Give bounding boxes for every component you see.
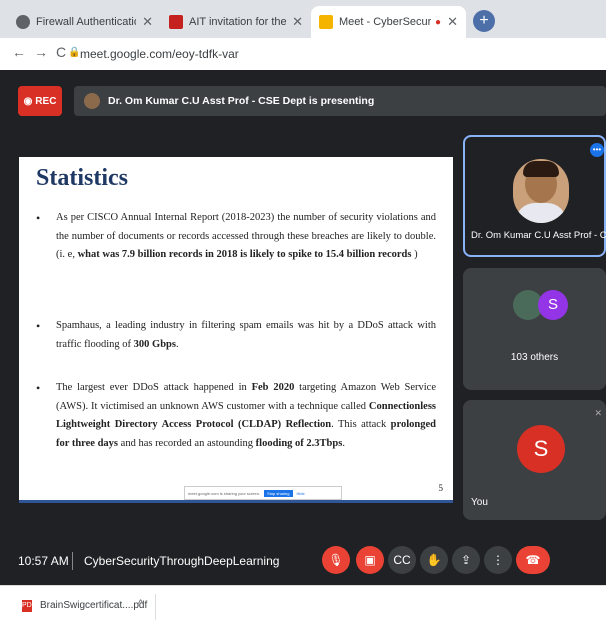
close-icon[interactable]: ✕ — [142, 14, 153, 30]
captions-icon[interactable]: CC — [388, 546, 416, 574]
meeting-time: 10:57 AM — [18, 554, 69, 568]
avatar: S — [538, 290, 568, 320]
recording-dot-icon: ● — [435, 16, 442, 28]
bullet-icon: • — [36, 211, 41, 225]
presenting-text: Dr. Om Kumar C.U Asst Prof - CSE Dept is… — [108, 95, 375, 107]
close-icon[interactable]: ✕ — [447, 14, 458, 30]
tab-bar: Firewall Authentication Keepaliv ✕ AIT i… — [0, 0, 606, 38]
tab-title: AIT invitation for the Workshop — [189, 16, 287, 28]
divider — [155, 594, 156, 620]
bullet-text: Spamhaus, a leading industry in filterin… — [56, 320, 436, 350]
slide-page-number: 5 — [438, 483, 444, 493]
others-tile[interactable]: S 103 others — [463, 268, 606, 390]
self-label: You — [471, 497, 488, 508]
globe-icon — [16, 15, 30, 29]
back-button[interactable]: ← — [12, 44, 26, 60]
slide-bullet: • As per CISCO Annual Internal Report (2… — [36, 209, 436, 265]
slide-bullet: • Spamhaus, a leading industry in filter… — [36, 317, 436, 354]
pin-icon[interactable]: ✕ — [594, 408, 602, 419]
meet-window: ◉ REC Dr. Om Kumar C.U Asst Prof - CSE D… — [0, 70, 606, 585]
self-tile[interactable]: ✕ S You — [463, 400, 606, 520]
recording-badge: ◉ REC — [18, 86, 62, 116]
reload-button[interactable]: C — [56, 44, 66, 60]
share-text: meet.google.com is sharing your screen. — [188, 490, 261, 496]
tab-gmail[interactable]: AIT invitation for the Workshop ✕ — [161, 6, 311, 38]
shared-slide: Statistics • As per CISCO Annual Interna… — [19, 157, 453, 503]
camera-off-icon[interactable]: ▣ — [356, 546, 384, 574]
slide-footer-bar — [19, 500, 453, 503]
close-icon[interactable]: ✕ — [292, 14, 303, 30]
bullet-text: As per CISCO Annual Internal Report (201… — [56, 212, 436, 260]
chevron-up-icon[interactable]: ^ — [138, 598, 143, 610]
raise-hand-icon[interactable]: ✋ — [420, 546, 448, 574]
tab-meet[interactable]: Meet - CyberSecurityThroug ● ✕ — [311, 6, 466, 38]
mic-off-icon[interactable]: 🎙 — [322, 546, 350, 574]
download-file-name[interactable]: BrainSwigcertificat....pdf — [40, 600, 147, 611]
bullet-icon: • — [36, 319, 41, 333]
url-field[interactable]: meet.google.com/eoy-tdfk-var — [80, 47, 239, 61]
stop-sharing-button[interactable]: Stop sharing — [264, 489, 293, 497]
present-icon[interactable]: ⇪ — [452, 546, 480, 574]
bullet-text: The largest ever DDoS attack happened in… — [56, 382, 436, 449]
divider — [72, 552, 73, 570]
meeting-title: CyberSecurityThroughDeepLearning — [84, 554, 280, 568]
address-bar-row: ← → C 🔒 meet.google.com/eoy-tdfk-var — [0, 38, 606, 71]
avatar: S — [517, 425, 565, 473]
meet-icon — [319, 15, 333, 29]
presenter-tile[interactable]: ••• Dr. Om Kumar C.U Asst Prof - CSE — [463, 135, 606, 257]
gmail-icon — [169, 15, 183, 29]
forward-button[interactable]: → — [34, 44, 48, 60]
others-count: 103 others — [510, 352, 559, 363]
rec-label: REC — [35, 95, 57, 107]
presenter-name: Dr. Om Kumar C.U Asst Prof - CSE — [471, 230, 606, 241]
more-options-icon[interactable]: ⋮ — [484, 546, 512, 574]
slide-title: Statistics — [36, 165, 128, 191]
bullet-icon: • — [36, 381, 41, 395]
record-icon: ◉ — [23, 95, 33, 107]
tab-firewall[interactable]: Firewall Authentication Keepaliv ✕ — [8, 6, 161, 38]
meeting-controls-bar: 10:57 AM CyberSecurityThroughDeepLearnin… — [0, 542, 606, 582]
more-icon[interactable]: ••• — [590, 143, 604, 157]
lock-icon: 🔒 — [68, 47, 81, 58]
presenting-banner: Dr. Om Kumar C.U Asst Prof - CSE Dept is… — [74, 86, 606, 116]
tab-title: Meet - CyberSecurityThroug — [339, 16, 432, 28]
tab-title: Firewall Authentication Keepaliv — [36, 16, 136, 28]
screen-share-notice: meet.google.com is sharing your screen. … — [184, 486, 342, 500]
hide-button[interactable]: Hide — [297, 491, 305, 496]
pdf-icon: PDF — [22, 600, 36, 612]
downloads-bar: PDF BrainSwigcertificat....pdf ^ — [0, 585, 606, 630]
new-tab-button[interactable]: + — [473, 10, 495, 32]
avatar — [84, 93, 100, 109]
slide-bullet: • The largest ever DDoS attack happened … — [36, 379, 436, 453]
end-call-button[interactable]: ☎ — [516, 546, 550, 574]
presenter-photo — [513, 159, 569, 223]
